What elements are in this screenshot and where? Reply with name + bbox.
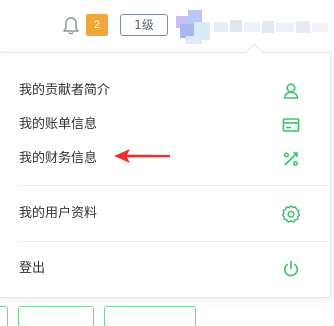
menu-item-contributor-profile[interactable]: 我的贡献者简介 [0,74,330,108]
user-level-badge[interactable]: 1级 [120,14,168,36]
avatar[interactable] [176,10,212,46]
annotation-arrow-icon [114,149,170,163]
menu-item-billing-info[interactable]: 我的账单信息 [0,108,330,142]
bottom-tab-stub[interactable] [104,306,196,326]
bottom-tab-stub[interactable] [18,306,94,326]
menu-divider [18,185,328,186]
user-icon [283,83,299,99]
bottom-tab-stub[interactable] [0,306,8,326]
username-blurred [214,16,334,38]
menu-divider [18,241,328,242]
user-dropdown-menu: 我的贡献者简介 我的账单信息 我的财务信息 我的用户资料 登出 [0,43,331,298]
top-header: 2 1级 [0,0,334,52]
percent-icon [283,152,299,167]
menu-item-label: 我的贡献者简介 [19,83,111,98]
gear-icon [281,205,301,223]
menu-item-logout[interactable]: 登出 [0,252,330,286]
menu-item-label: 我的财务信息 [19,151,98,166]
menu-item-user-profile[interactable]: 我的用户资料 [0,197,330,231]
billing-card-icon [282,118,300,132]
power-icon [283,260,299,277]
menu-item-label: 登出 [19,261,46,276]
bell-icon[interactable] [62,16,80,36]
menu-item-label: 我的用户资料 [19,206,98,221]
menu-item-label: 我的账单信息 [19,117,98,132]
notification-count-badge[interactable]: 2 [86,14,108,36]
